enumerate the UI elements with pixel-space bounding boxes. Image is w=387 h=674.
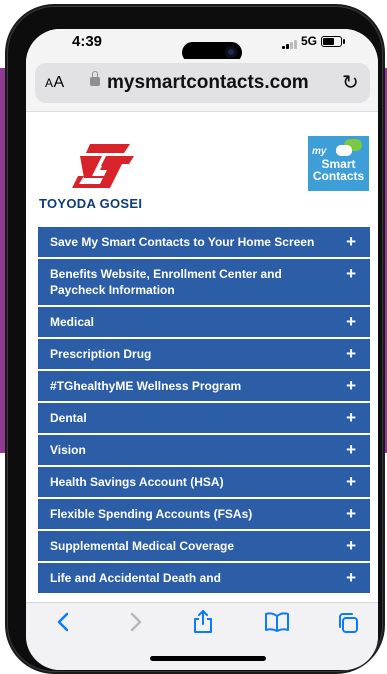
bookmarks-icon[interactable] [264, 611, 290, 633]
plus-icon[interactable]: + [346, 505, 356, 522]
phone-frame: 4:39 5G AA mysmartcontacts.com ↻ TOYODA … [8, 7, 382, 671]
plus-icon[interactable]: + [346, 265, 356, 282]
tabs-icon[interactable] [336, 611, 360, 635]
accordion-item-medical[interactable]: Medical + [38, 307, 370, 339]
status-time: 4:39 [72, 33, 103, 50]
plus-icon[interactable]: + [346, 409, 356, 426]
phone-screen: 4:39 5G AA mysmartcontacts.com ↻ TOYODA … [26, 29, 378, 670]
benefits-accordion: Save My Smart Contacts to Your Home Scre… [38, 227, 370, 595]
accordion-item-hsa[interactable]: Health Savings Account (HSA) + [38, 467, 370, 499]
address-bar-container: AA mysmartcontacts.com ↻ [26, 59, 378, 112]
status-bar: 4:39 5G [26, 29, 378, 63]
plus-icon[interactable]: + [346, 569, 356, 586]
battery-icon [321, 36, 345, 47]
accordion-item-fsa[interactable]: Flexible Spending Accounts (FSAs) + [38, 499, 370, 531]
plus-icon[interactable]: + [346, 537, 356, 554]
home-indicator[interactable] [150, 656, 266, 661]
forward-icon[interactable] [125, 611, 145, 633]
company-name: TOYODA GOSEI [39, 196, 143, 211]
address-bar[interactable]: AA mysmartcontacts.com ↻ [35, 63, 370, 103]
reload-icon[interactable]: ↻ [342, 70, 359, 95]
accordion-item-dental[interactable]: Dental + [38, 403, 370, 435]
browser-toolbar [26, 602, 378, 670]
back-icon[interactable] [54, 611, 74, 633]
accordion-item-prescription-drug[interactable]: Prescription Drug + [38, 339, 370, 371]
accordion-item-wellness-program[interactable]: #TGhealthyME Wellness Program + [38, 371, 370, 403]
plus-icon[interactable]: + [346, 441, 356, 458]
lock-icon [90, 71, 100, 86]
accordion-item-benefits-website[interactable]: Benefits Website, Enrollment Center and … [38, 259, 370, 307]
text-size-button[interactable]: AA [45, 74, 65, 92]
url-text[interactable]: mysmartcontacts.com [107, 72, 309, 94]
accordion-item-vision[interactable]: Vision + [38, 435, 370, 467]
accordion-item-supplemental-medical[interactable]: Supplemental Medical Coverage + [38, 531, 370, 563]
toyoda-gosei-logo-icon [72, 144, 134, 188]
accordion-item-life-add[interactable]: Life and Accidental Death and + [38, 563, 370, 595]
plus-icon[interactable]: + [346, 345, 356, 362]
network-label: 5G [301, 34, 318, 48]
page-content[interactable]: TOYODA GOSEI my Smart Contacts Save My S… [26, 112, 378, 602]
camera-icon [225, 46, 237, 58]
my-smart-contacts-logo: my Smart Contacts [308, 136, 369, 191]
plus-icon[interactable]: + [346, 473, 356, 490]
accordion-item-home-screen[interactable]: Save My Smart Contacts to Your Home Scre… [38, 227, 370, 259]
plus-icon[interactable]: + [346, 377, 356, 394]
plus-icon[interactable]: + [346, 233, 356, 250]
plus-icon[interactable]: + [346, 313, 356, 330]
share-icon[interactable] [192, 608, 214, 634]
